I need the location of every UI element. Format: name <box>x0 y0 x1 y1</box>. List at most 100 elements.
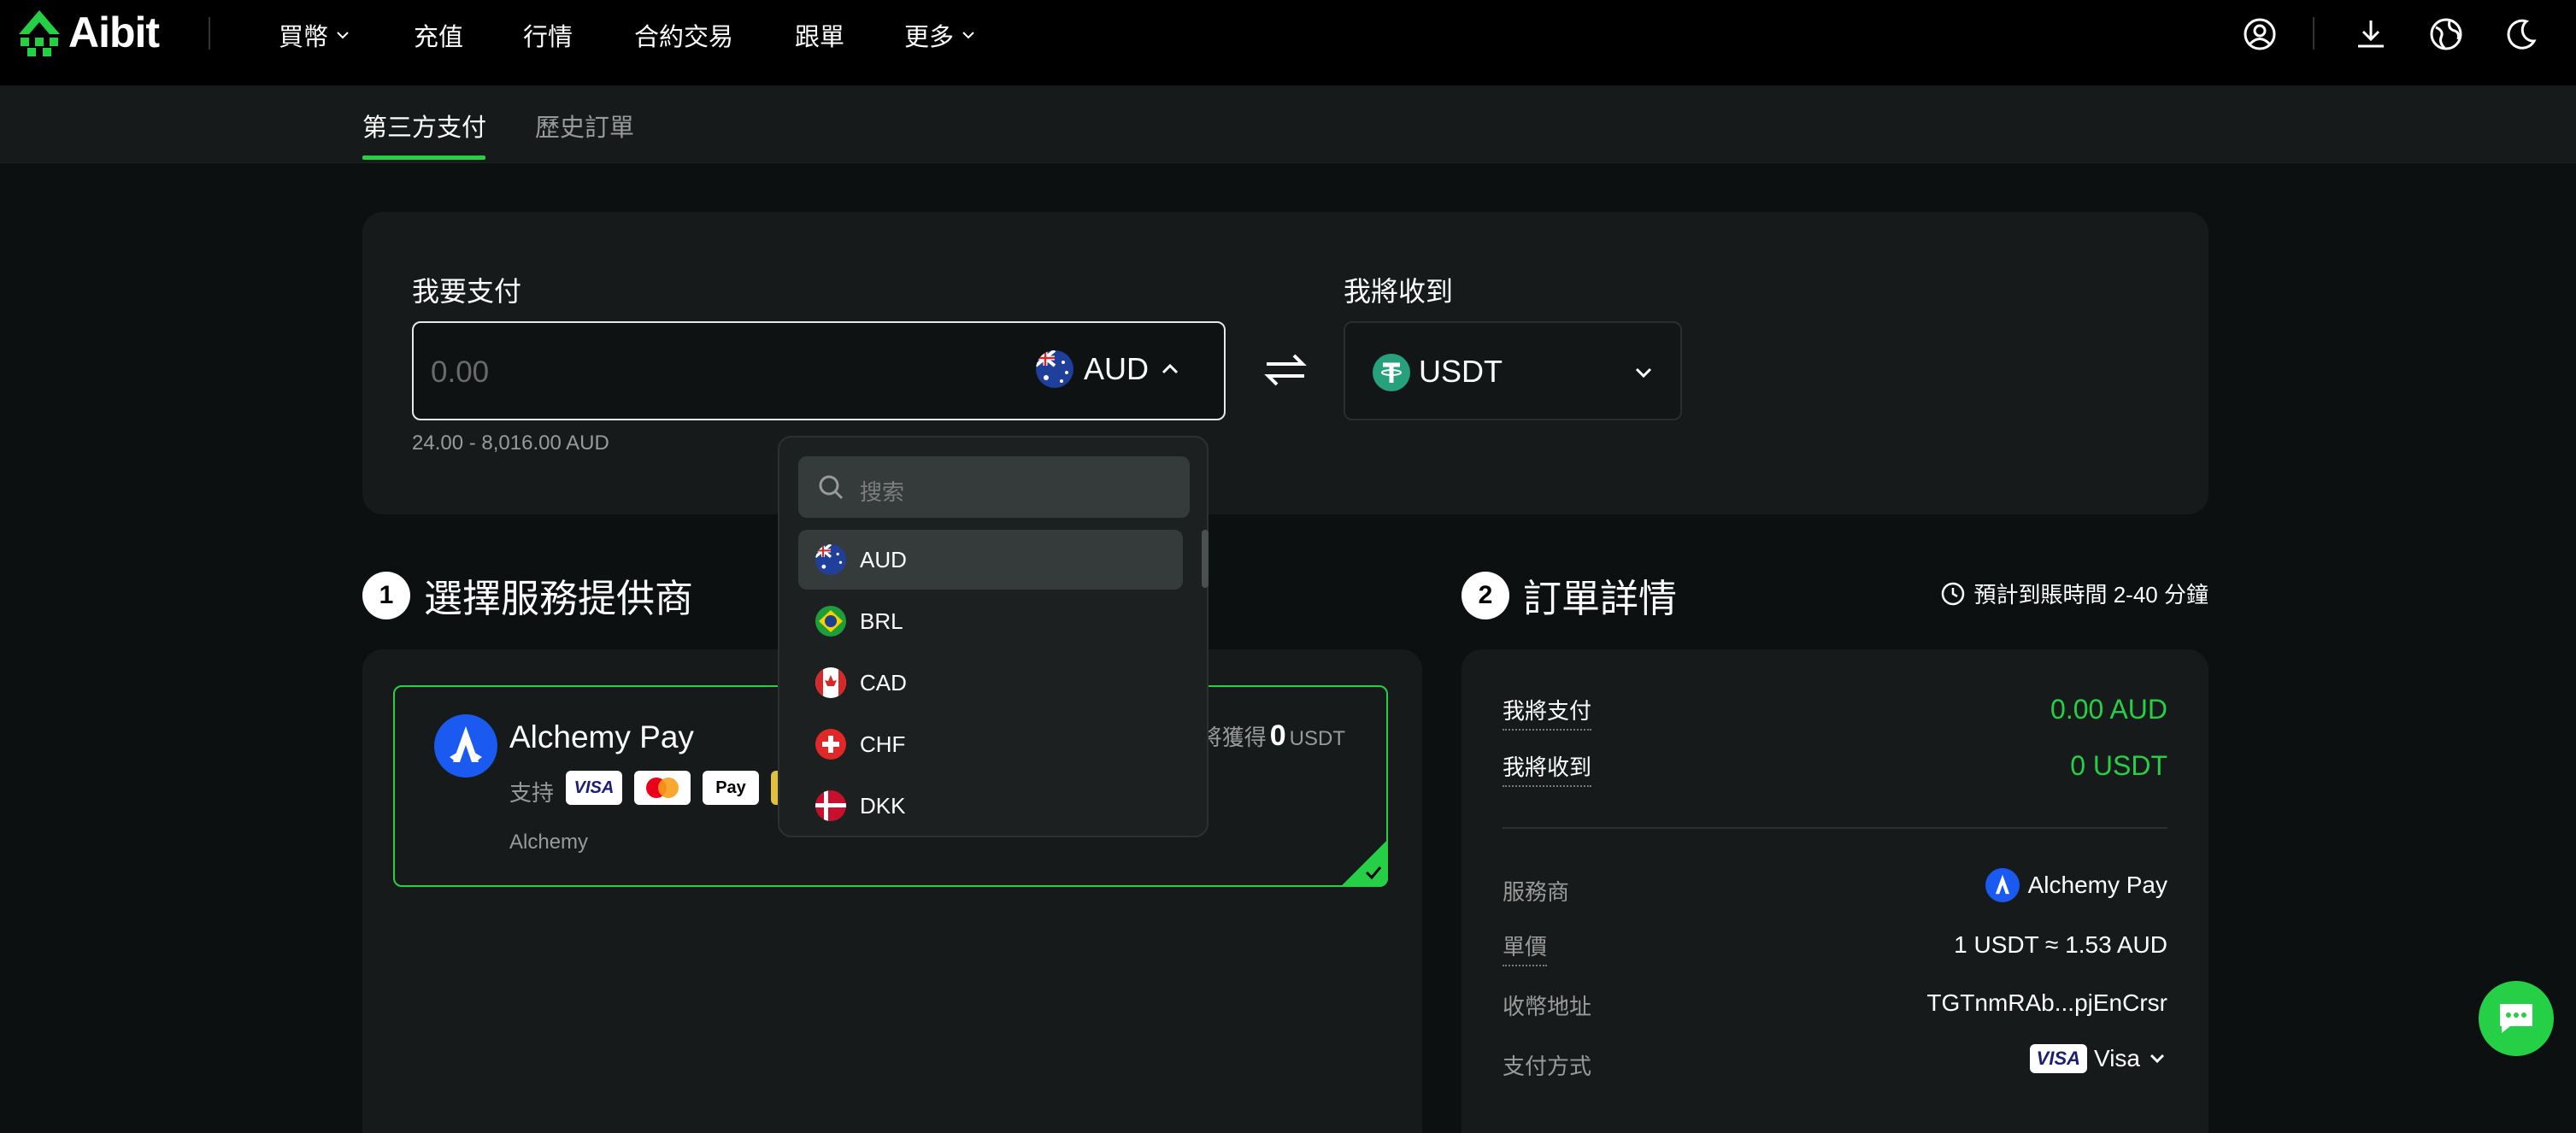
nav-item-deposit[interactable]: 充值 <box>414 17 463 53</box>
order-receive-label: 我將收到 <box>1503 750 1592 787</box>
sub-navbar: 第三方支付 歷史訂單 <box>0 85 2576 163</box>
wallet-address-value: TGTnmRAb...pjEnCrsr <box>1926 989 2167 1016</box>
receive-currency-selector[interactable]: USDT <box>1344 321 1682 420</box>
payment-method-selector[interactable]: VISA Visa <box>2029 1044 2167 1073</box>
payment-method-value: Visa <box>2094 1045 2140 1071</box>
currency-option-brl[interactable]: BRL <box>798 591 1183 651</box>
denmark-flag-icon <box>815 790 846 821</box>
providers-section-title: 1 選擇服務提供商 <box>362 567 693 623</box>
receive-prefix: 將獲得 <box>1199 725 1267 750</box>
dropdown-scrollbar[interactable] <box>1202 530 1209 588</box>
currency-option-chf[interactable]: CHF <box>798 714 1183 774</box>
tether-icon <box>1373 354 1410 391</box>
visa-logo-icon: VISA <box>566 771 622 805</box>
alchemy-pay-logo-icon <box>434 714 497 778</box>
receive-label: 我將收到 <box>1344 276 1454 307</box>
provider-row-label: 服務商 <box>1503 879 1570 905</box>
top-navbar: Aibit 買幣 充值 行情 合約交易 跟單 更多 <box>0 0 2576 85</box>
selected-corner <box>1340 839 1388 887</box>
pay-label: 我要支付 <box>412 276 522 307</box>
order-section-title: 2 訂單詳情 <box>1461 567 1677 623</box>
eta-info: 預計到賬時間 2-40 分鐘 <box>1940 578 2209 609</box>
visa-logo-icon: VISA <box>2029 1044 2088 1073</box>
step-badge: 1 <box>362 571 410 619</box>
provider-row-text: Alchemy Pay <box>2027 872 2167 898</box>
search-placeholder: 搜索 <box>860 479 905 505</box>
currency-option-aud[interactable]: AUD <box>798 530 1183 590</box>
user-icon[interactable] <box>2243 17 2277 51</box>
wallet-address-label: 收幣地址 <box>1503 994 1592 1019</box>
nav-item-label: 買幣 <box>279 24 329 51</box>
receive-unit: USDT <box>1289 727 1345 750</box>
provider-receive-estimate: 將獲得 0 USDT <box>1200 719 1345 753</box>
pay-range-hint: 24.00 - 8,016.00 AUD <box>412 431 609 455</box>
nav-item-label: 合約交易 <box>634 24 734 51</box>
currency-code: AUD <box>860 546 907 572</box>
order-pay-value: 0.00 AUD <box>2050 694 2167 725</box>
support-label: 支持 <box>509 780 555 806</box>
clock-icon <box>1941 582 1964 605</box>
nav-item-buy[interactable]: 買幣 <box>279 17 350 53</box>
australia-flag-icon <box>815 544 846 575</box>
currency-code: CHF <box>860 731 906 757</box>
nav-item-markets[interactable]: 行情 <box>523 17 573 53</box>
receive-currency-code: USDT <box>1419 354 1503 389</box>
alchemy-pay-logo-icon <box>1985 868 2020 902</box>
australia-flag-icon <box>1035 350 1073 388</box>
nav-item-label: 更多 <box>904 24 955 51</box>
section-title-text: 選擇服務提供商 <box>424 577 694 620</box>
swap-arrows-icon[interactable] <box>1262 349 1309 391</box>
currency-dropdown: 搜索 AUD BRL CAD CHF DKK <box>778 436 1209 837</box>
currency-option-cad[interactable]: CAD <box>798 653 1183 713</box>
step-badge: 2 <box>1461 571 1509 619</box>
currency-option-dkk[interactable]: DKK <box>798 776 1183 836</box>
moon-icon[interactable] <box>2504 17 2538 51</box>
section-title-text: 訂單詳情 <box>1523 577 1678 620</box>
chevron-down-icon <box>1635 367 1652 379</box>
nav-item-futures[interactable]: 合約交易 <box>634 17 733 53</box>
mastercard-logo-icon <box>634 771 691 805</box>
chevron-down-icon <box>962 32 974 39</box>
pay-currency-selector[interactable]: AUD <box>1035 350 1181 388</box>
nav-item-copy-trading[interactable]: 跟單 <box>795 17 844 53</box>
chat-button[interactable] <box>2479 981 2554 1056</box>
order-divider <box>1503 827 2167 829</box>
provider-row-value: Alchemy Pay <box>1985 868 2167 902</box>
nav-item-label: 行情 <box>523 24 573 51</box>
chevron-down-icon <box>2150 1054 2165 1064</box>
pay-amount-placeholder: 0.00 <box>431 355 490 389</box>
order-pay-label: 我將支付 <box>1503 694 1592 731</box>
receive-amount: 0 <box>1269 719 1286 752</box>
download-icon[interactable] <box>2354 17 2388 51</box>
currency-search-input[interactable]: 搜索 <box>798 456 1190 518</box>
tab-order-history[interactable]: 歷史訂單 <box>535 108 634 144</box>
nav-item-label: 跟單 <box>795 24 845 51</box>
eta-text: 預計到賬時間 2-40 分鐘 <box>1973 582 2209 608</box>
order-receive-value: 0 USDT <box>2070 750 2167 781</box>
pay-amount-input[interactable]: 0.00 AUD <box>412 321 1226 420</box>
apple-pay-logo-icon: Pay <box>703 771 759 805</box>
nav-item-label: 充值 <box>414 24 464 51</box>
provider-name: Alchemy Pay <box>509 719 694 754</box>
logo-text: Aibit <box>68 9 160 56</box>
nav-divider <box>2313 17 2314 50</box>
logo[interactable]: Aibit <box>17 9 160 56</box>
pay-currency-code: AUD <box>1083 351 1149 386</box>
search-icon <box>819 475 844 500</box>
chat-icon <box>2500 1004 2532 1033</box>
payment-method-label: 支付方式 <box>1503 1054 1592 1079</box>
currency-code: CAD <box>860 669 907 696</box>
unit-price-label: 單價 <box>1503 930 1548 966</box>
aibit-logo-icon <box>19 10 60 56</box>
switzerland-flag-icon <box>815 729 846 760</box>
canada-flag-icon <box>815 667 846 698</box>
currency-code: BRL <box>860 608 903 634</box>
tab-third-party-payment[interactable]: 第三方支付 <box>362 108 486 144</box>
check-icon <box>1365 866 1382 880</box>
provider-sublabel: Alchemy <box>509 831 589 854</box>
unit-price-value: 1 USDT ≈ 1.53 AUD <box>1954 931 2167 958</box>
nav-item-more[interactable]: 更多 <box>904 17 976 53</box>
chevron-up-icon <box>1162 363 1179 374</box>
globe-icon[interactable] <box>2429 17 2463 51</box>
active-tab-indicator <box>362 156 485 160</box>
